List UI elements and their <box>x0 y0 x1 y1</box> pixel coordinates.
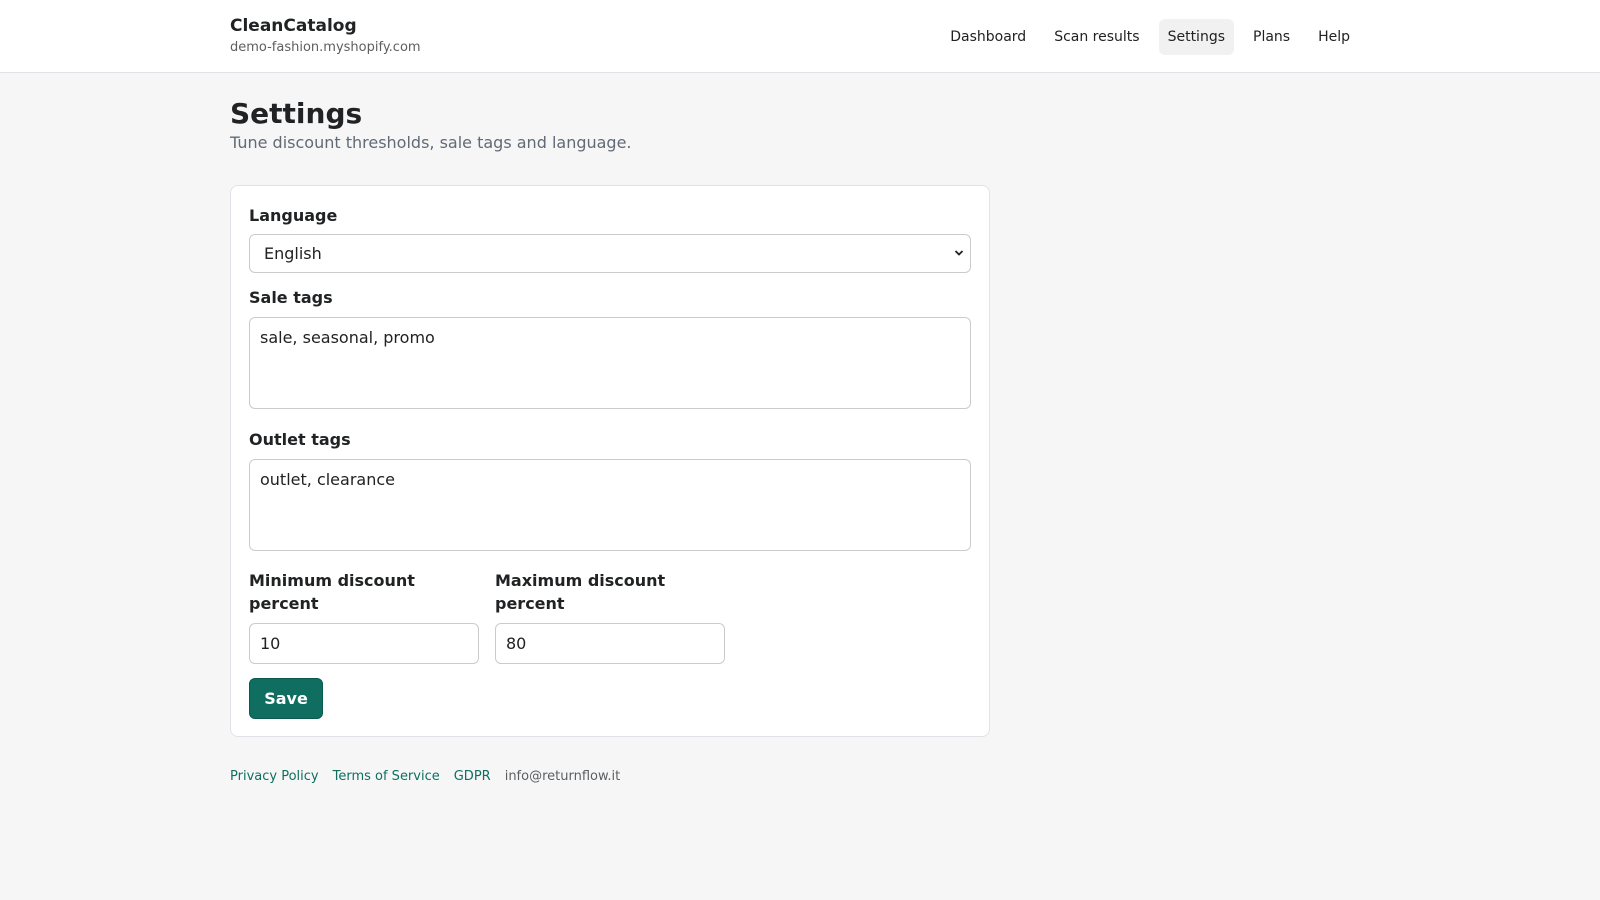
max-discount-input[interactable]: 80 <box>495 623 725 664</box>
min-discount-label-line1: Minimum discount <box>249 571 415 590</box>
save-button[interactable]: Save <box>249 678 323 719</box>
max-discount-label-line1: Maximum discount <box>495 571 666 590</box>
app-name: CleanCatalog <box>230 16 357 36</box>
terms-of-service-link[interactable]: Terms of Service <box>333 767 440 787</box>
nav-settings[interactable]: Settings <box>1158 19 1234 55</box>
language-label: Language <box>249 206 338 225</box>
language-select[interactable]: English <box>249 234 971 273</box>
sale-tags-textarea[interactable]: sale, seasonal, promo <box>249 317 971 409</box>
max-discount-label: Maximum discount percent <box>495 569 665 615</box>
max-discount-label-line2: percent <box>495 594 565 613</box>
min-discount-label-line2: percent <box>249 594 319 613</box>
top-bar: CleanCatalog demo-fashion.myshopify.com … <box>0 0 1600 73</box>
outlet-tags-label: Outlet tags <box>249 430 351 449</box>
brand: CleanCatalog demo-fashion.myshopify.com <box>230 14 421 58</box>
chevron-down-icon <box>954 235 964 287</box>
language-select-value: English <box>264 244 322 263</box>
gdpr-link[interactable]: GDPR <box>454 767 491 787</box>
privacy-policy-link[interactable]: Privacy Policy <box>230 767 319 787</box>
min-discount-input[interactable]: 10 <box>249 623 479 664</box>
nav-dashboard[interactable]: Dashboard <box>941 19 1035 55</box>
nav-scan-results[interactable]: Scan results <box>1045 19 1148 55</box>
settings-card: Language English Sale tags sale, seasona… <box>230 185 990 737</box>
page-subtitle: Tune discount thresholds, sale tags and … <box>230 133 632 152</box>
shop-domain: demo-fashion.myshopify.com <box>230 40 421 55</box>
min-discount-label: Minimum discount percent <box>249 569 415 615</box>
sale-tags-label: Sale tags <box>249 288 333 307</box>
page-title: Settings <box>230 97 363 130</box>
main-nav: Dashboard Scan results Settings Plans He… <box>941 19 1359 55</box>
outlet-tags-textarea[interactable]: outlet, clearance <box>249 459 971 551</box>
footer: Privacy Policy Terms of Service GDPR inf… <box>230 767 620 787</box>
nav-help[interactable]: Help <box>1309 19 1359 55</box>
nav-plans[interactable]: Plans <box>1244 19 1299 55</box>
contact-email: info@returnflow.it <box>504 769 621 784</box>
